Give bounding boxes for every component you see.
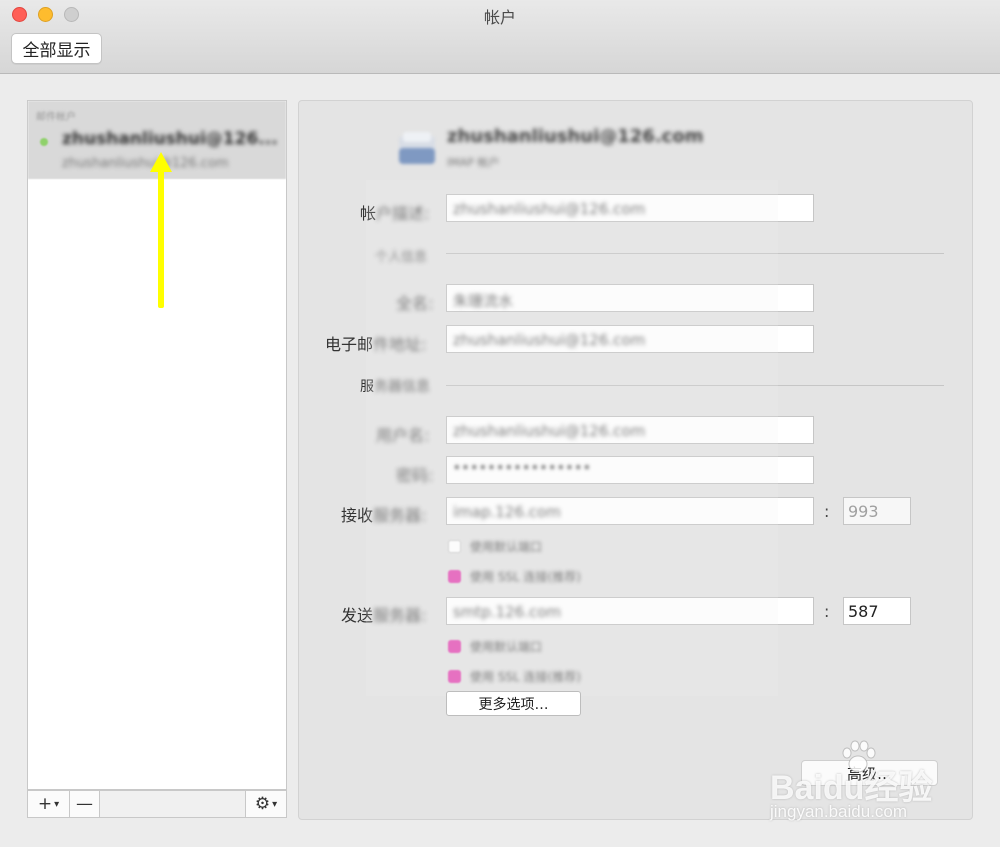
blur-overlay (366, 180, 778, 696)
toolbar-spacer (100, 791, 246, 817)
incoming-port-colon: : (824, 502, 830, 521)
baidu-jingyan-watermark: Baidu经验 jingyan.baidu.com (770, 740, 950, 830)
gear-icon: ⚙ (254, 794, 271, 814)
account-group-label: 邮件帐户 (36, 112, 76, 123)
window-title: 帐户 (483, 8, 516, 27)
account-list-item-subtitle: zhushanliushui@126.com (62, 156, 229, 171)
account-header-type: IMAP 帐户 (447, 156, 500, 169)
account-status-dot-icon (40, 138, 48, 146)
plus-icon: + (37, 794, 53, 814)
window-titlebar: 帐户 全部显示 (0, 0, 1000, 74)
watermark-url: jingyan.baidu.com (770, 802, 908, 821)
remove-account-button[interactable]: — (70, 791, 100, 817)
account-header-name: zhushanliushui@126.com (447, 126, 704, 147)
chevron-down-icon: ▾ (272, 798, 278, 810)
outgoing-port-field[interactable]: 587 (843, 597, 911, 625)
account-actions-button[interactable]: ⚙ ▾ (246, 791, 286, 817)
outgoing-port-colon: : (824, 602, 830, 621)
account-list-item-name: zhushanliushui@126... (62, 129, 278, 149)
incoming-port-field[interactable]: 993 (843, 497, 911, 525)
yellow-arrow-annotation-icon (150, 152, 172, 308)
chevron-down-icon: ▾ (54, 798, 60, 810)
show-all-button[interactable]: 全部显示 (11, 33, 102, 64)
more-options-button[interactable]: 更多选项… (446, 691, 581, 716)
mail-account-icon (399, 132, 435, 164)
minus-icon: — (76, 794, 93, 814)
accounts-toolbar: + ▾ — ⚙ ▾ (27, 790, 287, 818)
add-account-button[interactable]: + ▾ (28, 791, 70, 817)
